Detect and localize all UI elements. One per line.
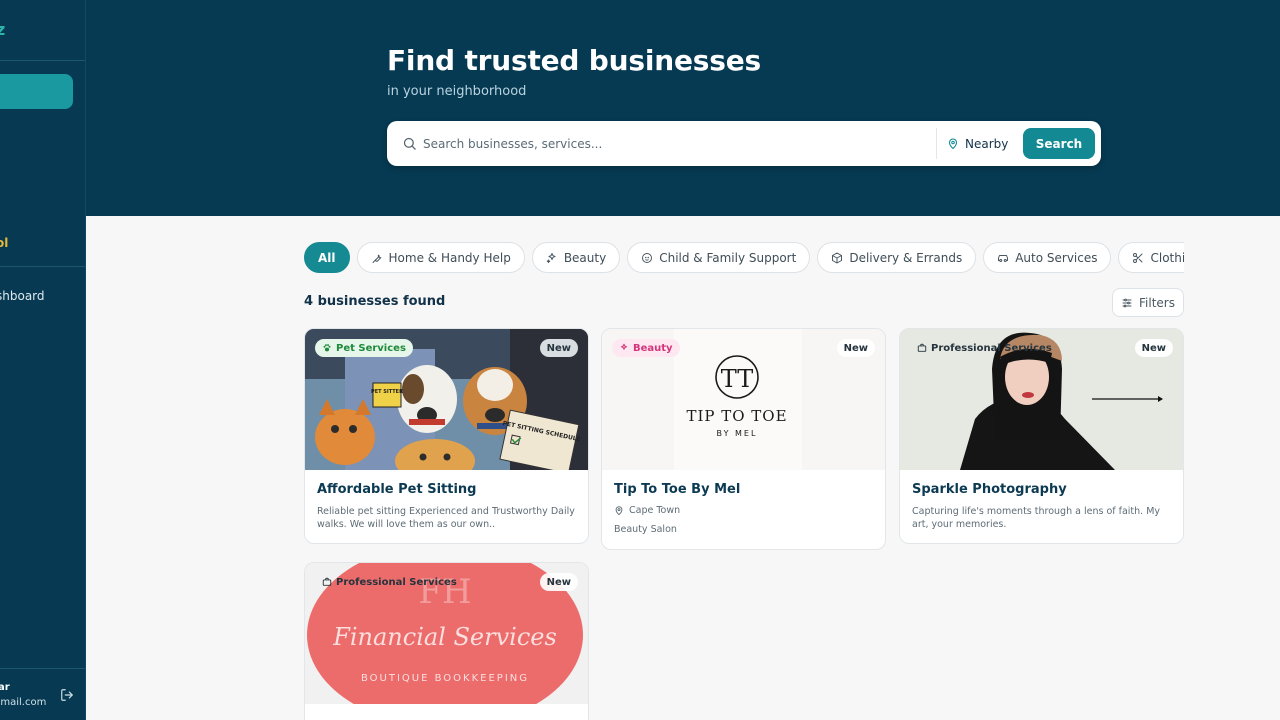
category-chip-clothing-tailoring[interactable]: Clothing & Tailoring bbox=[1118, 242, 1184, 273]
app-logo[interactable]: z bbox=[0, 20, 5, 39]
sidebar-item-active[interactable] bbox=[0, 74, 73, 109]
business-location: Cape Town bbox=[614, 505, 680, 516]
sidebar-item-dashboard[interactable]: shboard bbox=[0, 289, 45, 303]
category-chip-label: Delivery & Errands bbox=[849, 250, 963, 265]
category-chip-label: Beauty bbox=[563, 250, 607, 265]
page-subtitle: in your neighborhood bbox=[387, 84, 527, 99]
category-chip-label: Auto Services bbox=[1015, 250, 1098, 265]
category-badge-label: Professional Services bbox=[931, 342, 1052, 354]
logo-monogram: TT bbox=[721, 365, 753, 393]
category-chip-label: Child & Family Support bbox=[659, 250, 797, 265]
sparkles-icon bbox=[546, 252, 556, 263]
search-divider bbox=[936, 128, 937, 159]
category-badge: Professional Services bbox=[910, 339, 1059, 357]
category-chip-all[interactable]: All bbox=[304, 242, 350, 273]
briefcase-icon bbox=[917, 343, 927, 352]
nearby-label: Nearby bbox=[965, 136, 1009, 151]
category-badge: Professional Services bbox=[315, 573, 464, 591]
filters-button[interactable]: Filters bbox=[1112, 288, 1184, 317]
business-card[interactable]: PET SITTER PET SITTING SCHEDULE Pet Serv… bbox=[304, 328, 589, 544]
user-name: ar bbox=[0, 682, 10, 693]
category-badge: Beauty bbox=[612, 339, 680, 357]
sidebar-item-highlight-label[interactable]: ol bbox=[0, 236, 8, 250]
briefcase-icon bbox=[322, 577, 332, 586]
baby-icon bbox=[642, 252, 653, 263]
sidebar-divider bbox=[0, 60, 85, 61]
logo-script: Financial Services bbox=[332, 623, 557, 651]
logo-line-2: BY MEL bbox=[717, 429, 758, 438]
map-pin-icon bbox=[948, 138, 958, 150]
new-badge: New bbox=[1134, 339, 1173, 357]
category-badge: Pet Services bbox=[315, 339, 413, 357]
category-badge-label: Professional Services bbox=[336, 576, 457, 588]
category-chip-label: Home & Handy Help bbox=[388, 250, 511, 265]
logo-subtitle: BOUTIQUE BOOKKEEPING bbox=[361, 673, 529, 684]
new-badge: New bbox=[539, 573, 578, 591]
category-chip-beauty[interactable]: Beauty bbox=[531, 242, 621, 273]
category-badge-label: Pet Services bbox=[336, 342, 406, 354]
package-icon bbox=[832, 252, 843, 263]
search-bar: Nearby Search bbox=[387, 121, 1101, 166]
page-title: Find trusted businesses bbox=[387, 44, 761, 77]
category-chip-delivery-errands[interactable]: Delivery & Errands bbox=[817, 242, 977, 273]
category-filter-bar: All Home & Handy Help Beauty Child & Fam… bbox=[304, 242, 1184, 273]
wrench-icon bbox=[372, 254, 381, 263]
category-chip-label: All bbox=[318, 250, 336, 265]
new-badge: New bbox=[539, 339, 578, 357]
business-type: Beauty Salon bbox=[614, 524, 677, 535]
logout-icon[interactable] bbox=[60, 688, 74, 702]
results-count: 4 businesses found bbox=[304, 294, 446, 309]
search-icon bbox=[403, 137, 416, 150]
business-description: Reliable pet sitting Experienced and Tru… bbox=[317, 506, 575, 530]
search-input[interactable] bbox=[423, 121, 933, 166]
pet-sitter-tag-text: PET SITTER bbox=[371, 389, 403, 395]
sliders-icon bbox=[1122, 298, 1132, 307]
search-button[interactable]: Search bbox=[1023, 128, 1095, 159]
category-chip-auto-services[interactable]: Auto Services bbox=[983, 242, 1112, 273]
sidebar-divider bbox=[0, 668, 85, 669]
business-location-label: Cape Town bbox=[629, 505, 681, 516]
sparkles-icon bbox=[621, 343, 627, 350]
business-card[interactable]: FH Financial Services BOUTIQUE BOOKKEEPI… bbox=[304, 562, 589, 720]
category-badge-label: Beauty bbox=[633, 342, 673, 354]
hero-banner: Find trusted businesses in your neighbor… bbox=[86, 0, 1280, 216]
business-name[interactable]: Sparkle Photography bbox=[912, 482, 1067, 497]
paw-icon bbox=[323, 344, 331, 352]
nearby-location-selector[interactable]: Nearby bbox=[947, 121, 1008, 166]
sidebar-divider bbox=[0, 266, 85, 267]
business-card[interactable]: Professional Services New Sparkle Photog… bbox=[899, 328, 1184, 544]
sidebar: z ol shboard ar gmail.com bbox=[0, 0, 86, 720]
category-chip-home-handy-help[interactable]: Home & Handy Help bbox=[356, 242, 525, 273]
business-name[interactable]: Affordable Pet Sitting bbox=[317, 482, 476, 497]
map-pin-icon bbox=[615, 506, 623, 516]
category-chip-label: Clothing & Tailoring bbox=[1150, 250, 1184, 265]
business-card[interactable]: TT TIP TO TOE BY MEL Beauty New Tip To T… bbox=[601, 328, 886, 550]
user-email: gmail.com bbox=[0, 697, 47, 708]
business-description: Capturing life's moments through a lens … bbox=[912, 506, 1161, 530]
car-icon bbox=[998, 254, 1009, 262]
filters-label: Filters bbox=[1139, 295, 1175, 310]
scissors-icon bbox=[1133, 252, 1143, 263]
logo-line-1: TIP TO TOE bbox=[686, 407, 787, 425]
business-name[interactable]: Tip To Toe By Mel bbox=[614, 482, 740, 497]
new-badge: New bbox=[836, 339, 875, 357]
category-chip-child-family-support[interactable]: Child & Family Support bbox=[627, 242, 811, 273]
